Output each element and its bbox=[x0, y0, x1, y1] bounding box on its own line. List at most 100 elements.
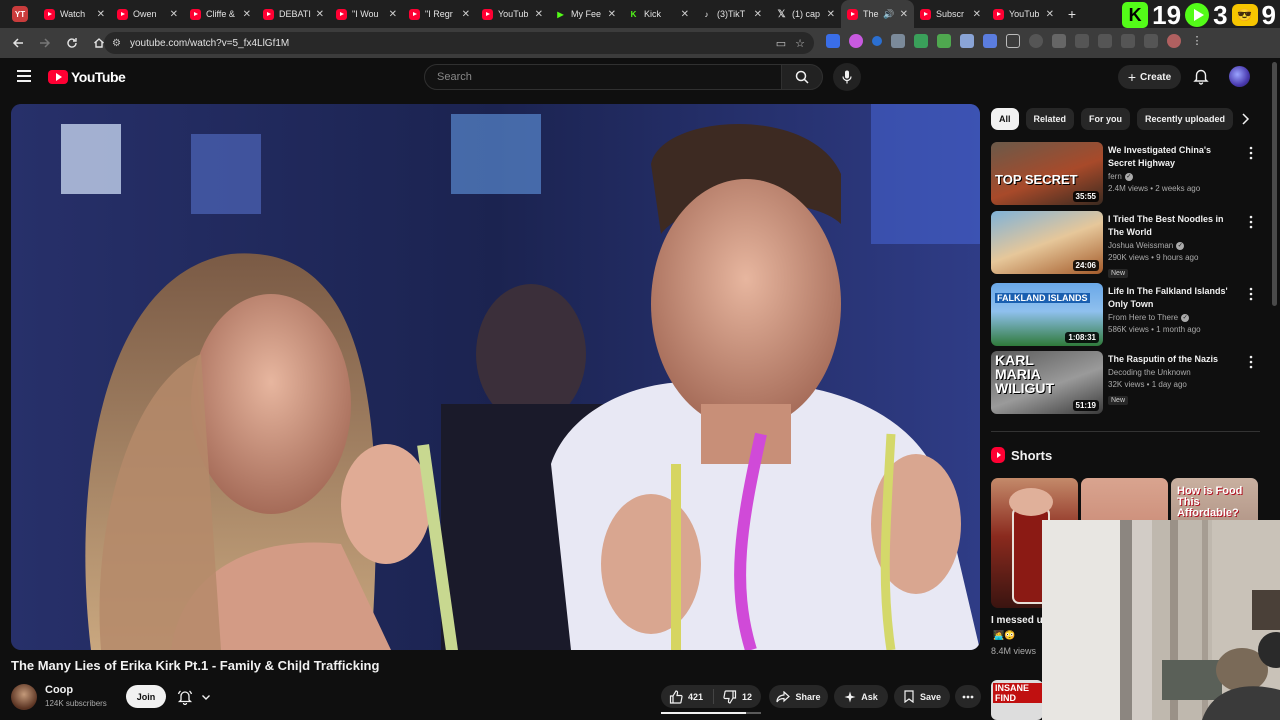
close-tab-icon[interactable]: ✕ bbox=[316, 9, 324, 20]
profile-icon[interactable] bbox=[1167, 34, 1181, 48]
short-title[interactable]: I messed u bbox=[991, 615, 1043, 626]
filter-chip[interactable]: For you bbox=[1081, 108, 1131, 130]
save-button[interactable]: Save bbox=[894, 685, 950, 708]
browser-tab[interactable]: Subscr ✕ bbox=[914, 0, 987, 28]
close-tab-icon[interactable]: ✕ bbox=[97, 9, 105, 20]
more-options-button[interactable] bbox=[1249, 287, 1257, 301]
search-input[interactable] bbox=[425, 65, 781, 89]
filter-chip[interactable]: Recently uploaded bbox=[1137, 108, 1234, 130]
youtube-logo[interactable]: YouTube bbox=[48, 69, 126, 85]
menu-kebab-icon[interactable]: ⋮ bbox=[1190, 34, 1204, 48]
browser-tab[interactable]: K Kick ✕ bbox=[622, 0, 695, 28]
notifications-button[interactable] bbox=[1192, 67, 1210, 85]
back-button[interactable] bbox=[6, 31, 30, 55]
video-title[interactable]: Life In The Falkland Islands' Only Town bbox=[1108, 285, 1238, 311]
extension-icon[interactable] bbox=[960, 34, 974, 48]
close-tab-icon[interactable]: ✕ bbox=[827, 9, 835, 20]
forward-button[interactable] bbox=[33, 31, 57, 55]
create-button[interactable]: + Create bbox=[1118, 65, 1181, 89]
video-thumbnail[interactable]: FALKLAND ISLANDS 1:08:31 bbox=[991, 283, 1103, 346]
close-tab-icon[interactable]: ✕ bbox=[900, 9, 908, 20]
extension-icon[interactable] bbox=[872, 36, 882, 46]
browser-tab[interactable]: "I Regr ✕ bbox=[403, 0, 476, 28]
extension-icon[interactable] bbox=[849, 34, 863, 48]
close-tab-icon[interactable]: ✕ bbox=[243, 9, 251, 20]
reading-list-icon[interactable] bbox=[1098, 34, 1112, 48]
dislike-button[interactable]: 12 bbox=[714, 689, 752, 704]
more-options-button[interactable] bbox=[1249, 146, 1257, 160]
browser-tab[interactable]: Watch ✕ bbox=[38, 0, 111, 28]
channel-name[interactable]: From Here to There bbox=[1108, 313, 1178, 322]
close-tab-icon[interactable]: ✕ bbox=[1046, 9, 1054, 20]
video-title[interactable]: The Rasputin of the Nazis bbox=[1108, 353, 1238, 366]
close-tab-icon[interactable]: ✕ bbox=[973, 9, 981, 20]
speaker-icon[interactable]: 🔊 bbox=[883, 9, 894, 20]
ask-button[interactable]: Ask bbox=[834, 685, 888, 708]
bookmark-star-icon[interactable]: ☆ bbox=[795, 37, 805, 50]
chips-next-button[interactable] bbox=[1238, 112, 1252, 126]
browser-tab[interactable]: YouTub ✕ bbox=[987, 0, 1060, 28]
channel-name[interactable]: Coop bbox=[45, 684, 73, 696]
close-tab-icon[interactable]: ✕ bbox=[681, 9, 689, 20]
browser-tab[interactable]: DEBATI ✕ bbox=[257, 0, 330, 28]
recommendation-item[interactable]: 24:06 I Tried The Best Noodles in The Wor… bbox=[991, 211, 1261, 278]
more-options-button[interactable] bbox=[1249, 355, 1257, 369]
close-tab-icon[interactable]: ✕ bbox=[389, 9, 397, 20]
extension-icon[interactable] bbox=[1052, 34, 1066, 48]
recommendation-item[interactable]: FALKLAND ISLANDS 1:08:31 Life In The Falkl… bbox=[991, 283, 1261, 347]
browser-tab[interactable]: Owen ✕ bbox=[111, 0, 184, 28]
voice-search-button[interactable] bbox=[833, 63, 861, 91]
extension-icon[interactable] bbox=[937, 34, 951, 48]
puzzle-icon[interactable] bbox=[1006, 34, 1020, 48]
subscription-notification-button[interactable] bbox=[170, 685, 218, 708]
close-tab-icon[interactable]: ✕ bbox=[170, 9, 178, 20]
browser-tab[interactable]: Cliffe & ✕ bbox=[184, 0, 257, 28]
browser-tab[interactable]: YouTub ✕ bbox=[476, 0, 549, 28]
browser-tab[interactable]: "I Wou ✕ bbox=[330, 0, 403, 28]
reload-button[interactable] bbox=[60, 31, 84, 55]
filter-chip[interactable]: Related bbox=[1025, 108, 1075, 130]
close-tab-icon[interactable]: ✕ bbox=[535, 9, 543, 20]
filter-chip[interactable]: All bbox=[991, 108, 1019, 130]
extension-icon[interactable] bbox=[891, 34, 905, 48]
extension-icon[interactable] bbox=[983, 34, 997, 48]
channel-name[interactable]: Joshua Weissman bbox=[1108, 241, 1173, 250]
channel-name[interactable]: Decoding the Unknown bbox=[1108, 368, 1191, 377]
new-tab-button[interactable]: + bbox=[1060, 6, 1084, 22]
browser-tab[interactable]: The 🔊 ✕ bbox=[841, 0, 914, 28]
short-thumbnail[interactable]: INSANE FIND bbox=[991, 680, 1043, 720]
video-title[interactable]: I Tried The Best Noodles in The World bbox=[1108, 213, 1238, 239]
search-button[interactable] bbox=[781, 64, 823, 90]
page-scrollbar[interactable] bbox=[1272, 62, 1277, 306]
close-tab-icon[interactable]: ✕ bbox=[754, 9, 762, 20]
video-player[interactable] bbox=[11, 104, 980, 650]
address-bar[interactable]: ⚙ youtube.com/watch?v=5_fx4LlGf1M ▭ ☆ bbox=[104, 32, 814, 54]
like-button[interactable]: 421 bbox=[661, 689, 715, 704]
recommendation-item[interactable]: KARL MARIA WILIGUT 51:19 The Rasputin of t… bbox=[991, 351, 1261, 415]
join-button[interactable]: Join bbox=[126, 685, 166, 708]
video-title[interactable]: We Investigated China's Secret Highway bbox=[1108, 144, 1238, 170]
extension-icon[interactable] bbox=[826, 34, 840, 48]
cast-toolbar-icon[interactable] bbox=[1144, 34, 1158, 48]
code-icon[interactable] bbox=[1075, 34, 1089, 48]
more-actions-button[interactable] bbox=[955, 685, 981, 708]
more-options-button[interactable] bbox=[1249, 215, 1257, 229]
url-text[interactable]: youtube.com/watch?v=5_fx4LlGf1M bbox=[130, 38, 776, 49]
extension-icon[interactable] bbox=[914, 34, 928, 48]
channel-avatar[interactable] bbox=[11, 684, 37, 710]
browser-tab[interactable]: 𝕏 (1) cap ✕ bbox=[768, 0, 841, 28]
video-thumbnail[interactable]: 24:06 bbox=[991, 211, 1103, 274]
channel-name[interactable]: fern bbox=[1108, 172, 1122, 181]
video-thumbnail[interactable]: KARL MARIA WILIGUT 51:19 bbox=[991, 351, 1103, 414]
browser-tab[interactable]: ▶ My Fee ✕ bbox=[549, 0, 622, 28]
sidepanel-icon[interactable] bbox=[1121, 34, 1135, 48]
share-button[interactable]: Share bbox=[769, 685, 828, 708]
guide-menu-button[interactable] bbox=[17, 70, 31, 82]
account-avatar[interactable] bbox=[1229, 66, 1250, 87]
video-thumbnail[interactable]: TOP SECRET 35:55 bbox=[991, 142, 1103, 205]
close-tab-icon[interactable]: ✕ bbox=[608, 9, 616, 20]
site-info-icon[interactable]: ⚙ bbox=[112, 38, 126, 49]
recommendation-item[interactable]: TOP SECRET 35:55 We Investigated China's S… bbox=[991, 142, 1261, 206]
close-tab-icon[interactable]: ✕ bbox=[462, 9, 470, 20]
browser-tab[interactable]: ♪ (3)TikT ✕ bbox=[695, 0, 768, 28]
